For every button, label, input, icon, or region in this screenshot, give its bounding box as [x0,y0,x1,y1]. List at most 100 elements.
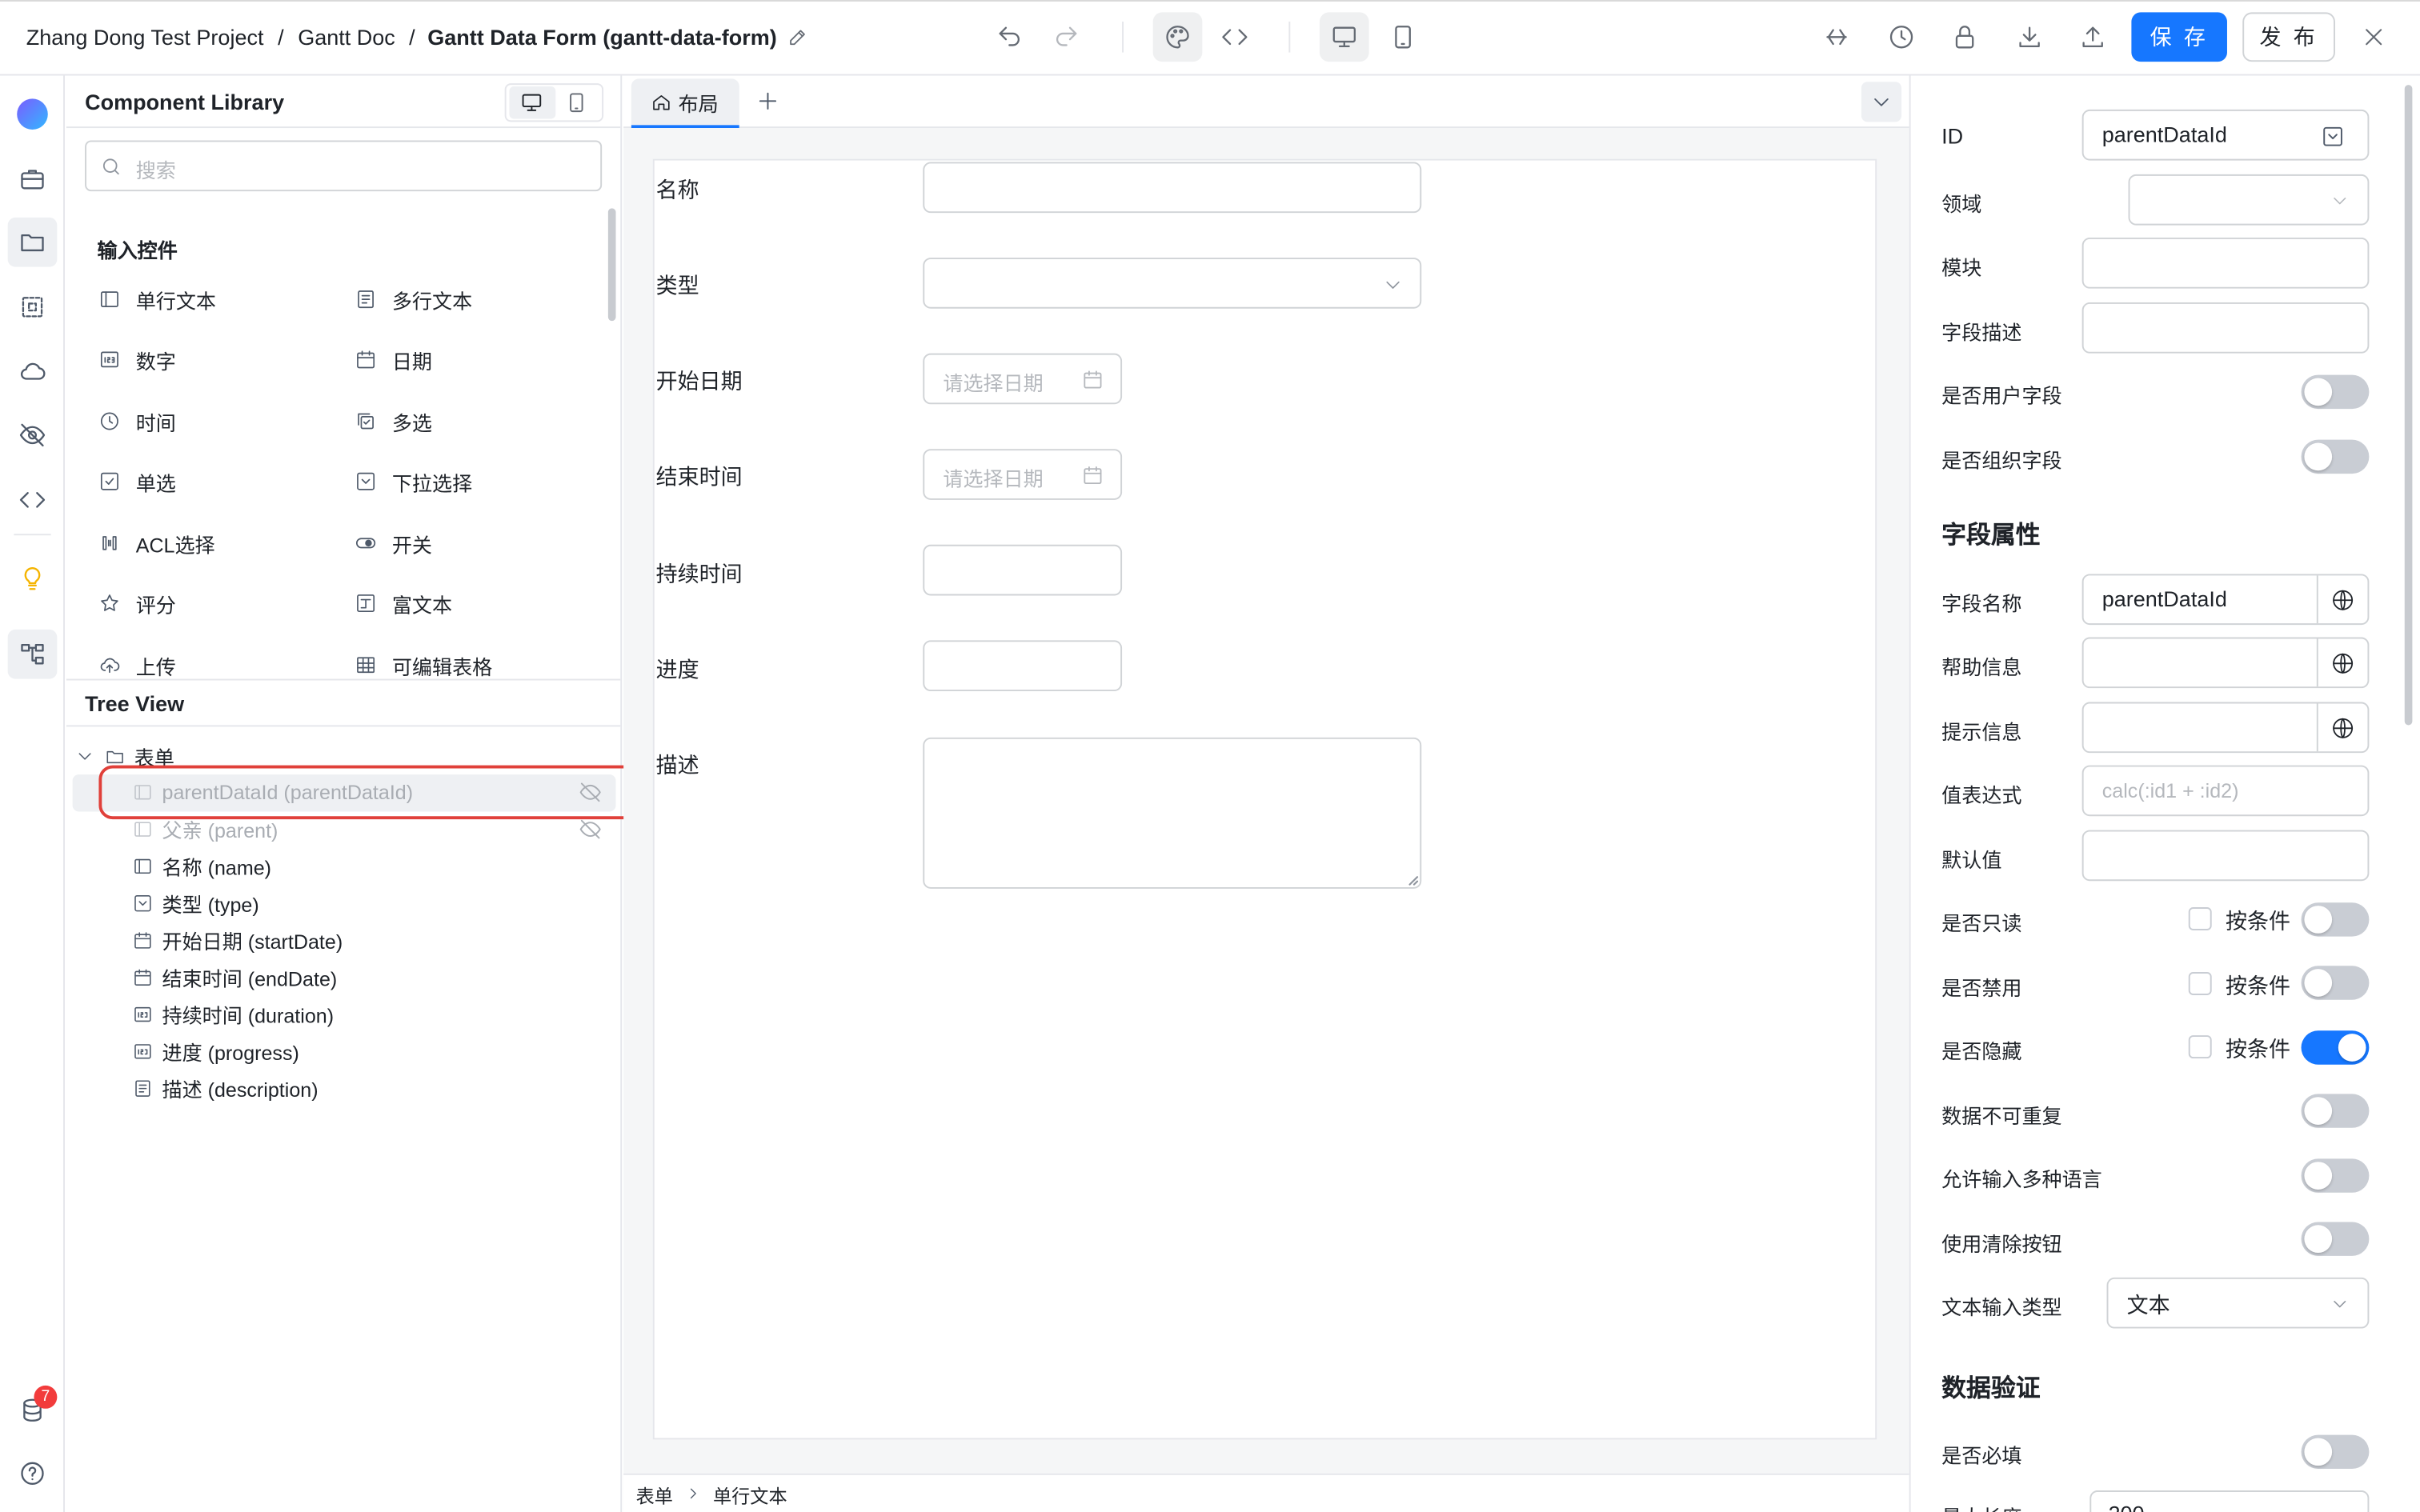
tree-structure-icon[interactable] [7,629,58,679]
lightbulb-icon[interactable] [14,560,50,597]
search-input[interactable]: 搜索 [85,140,603,192]
label-id: ID [1941,123,1964,149]
number-icon [98,349,120,370]
max-length-input[interactable]: 200 [2089,1490,2370,1512]
tree-item-description[interactable]: 描述 (description) [133,1072,319,1103]
bottom-breadcrumb-component[interactable]: 单行文本 [713,1482,787,1509]
tree-item-duration[interactable]: 持续时间 (duration) [133,998,334,1030]
component-number[interactable]: 数字 [98,346,176,374]
tab-layout[interactable]: 布局 [631,78,739,129]
component-editable-table[interactable]: 可编辑表格 [355,651,492,679]
library-scrollbar[interactable] [607,208,616,322]
briefcase-icon[interactable] [14,161,50,198]
hint-info-input[interactable] [2081,702,2370,754]
help-info-input[interactable] [2081,637,2370,689]
hidden-condition-checkbox[interactable] [2188,1035,2212,1059]
add-tab-icon[interactable] [756,90,779,113]
default-value-input[interactable] [2081,830,2370,882]
save-button[interactable]: 保 存 [2131,12,2227,62]
component-upload[interactable]: 上传 [98,651,176,679]
label-default-value: 默认值 [1941,848,2002,872]
disabled-condition-checkbox[interactable] [2188,972,2212,995]
theme-button[interactable] [1152,12,1203,62]
close-button[interactable] [2349,12,2398,62]
component-date[interactable]: 日期 [355,346,432,374]
component-radio[interactable]: 单选 [98,467,176,495]
resize-handle-icon[interactable] [1408,875,1419,886]
bottom-breadcrumb-form[interactable]: 表单 [636,1482,673,1509]
download-button[interactable] [2005,12,2054,62]
required-toggle[interactable] [2301,1434,2370,1470]
help-icon[interactable] [14,1455,50,1492]
upload-button[interactable] [2068,12,2118,62]
name-input[interactable] [923,162,1422,214]
globe-icon[interactable] [2316,703,2368,752]
redo-button[interactable] [1042,12,1092,62]
globe-icon[interactable] [2316,638,2368,687]
star-icon [98,593,120,614]
tree-item-name[interactable]: 名称 (name) [133,850,271,882]
breadcrumb-project[interactable]: Zhang Dong Test Project [26,25,264,50]
multi-language-toggle[interactable] [2301,1158,2370,1193]
unique-toggle[interactable] [2301,1094,2370,1128]
component-rich-text[interactable]: 富文本 [355,590,452,618]
code-view-button[interactable] [1210,12,1260,62]
mobile-icon[interactable] [565,91,588,114]
readonly-condition-checkbox[interactable] [2188,907,2212,930]
calendar-icon [133,930,153,950]
select-box-icon[interactable] [2322,125,2345,148]
tree-item-startdate[interactable]: 开始日期 (startDate) [133,924,343,955]
publish-button[interactable]: 发 布 [2242,12,2335,62]
id-input[interactable]: parentDataId [2081,109,2370,161]
disabled-toggle[interactable] [2301,966,2370,1000]
duration-input[interactable] [923,544,1123,596]
component-time[interactable]: 时间 [98,407,176,435]
chevron-down-icon[interactable] [76,746,94,765]
value-expression-input[interactable]: calc(:id1 + :id2) [2081,765,2370,817]
undo-button[interactable] [984,12,1034,62]
is-user-field-toggle[interactable] [2301,374,2370,410]
progress-input[interactable] [923,640,1123,692]
type-select[interactable] [923,258,1422,309]
field-name-input[interactable]: parentDataId [2081,574,2370,626]
domain-select[interactable] [2128,174,2370,226]
description-textarea[interactable] [923,737,1422,889]
tree-item-enddate[interactable]: 结束时间 (endDate) [133,962,337,993]
component-rating[interactable]: 评分 [98,590,176,618]
end-date-picker[interactable]: 请选择日期 [923,449,1123,500]
readonly-toggle[interactable] [2301,902,2370,937]
start-date-picker[interactable]: 请选择日期 [923,353,1123,405]
is-org-field-toggle[interactable] [2301,439,2370,474]
tree-item-progress[interactable]: 进度 (progress) [133,1035,299,1066]
selection-icon[interactable] [14,289,50,326]
cloud-icon[interactable] [14,354,50,390]
compare-button[interactable] [1812,12,1861,62]
lock-button[interactable] [1940,12,1989,62]
properties-scrollbar[interactable] [2404,85,2413,726]
lock-icon [1951,23,1979,51]
module-input[interactable] [2081,238,2370,289]
code-icon[interactable] [14,482,50,518]
mobile-view-button[interactable] [1378,12,1428,62]
globe-icon[interactable] [2316,575,2368,624]
hidden-toggle[interactable] [2301,1030,2370,1065]
tree-item-type[interactable]: 类型 (type) [133,887,259,918]
component-multi-select[interactable]: 多选 [355,407,432,435]
breadcrumb-doc[interactable]: Gantt Doc [298,25,395,50]
history-button[interactable] [1877,12,1926,62]
field-description-input[interactable] [2081,302,2370,354]
component-multi-line-text[interactable]: 多行文本 [355,286,472,314]
component-switch[interactable]: 开关 [355,530,432,558]
component-acl-select[interactable]: ACL选择 [98,530,215,558]
component-dropdown[interactable]: 下拉选择 [355,467,472,495]
eye-off-icon[interactable] [14,417,50,454]
folder-icon[interactable] [7,217,58,267]
clear-button-toggle[interactable] [2301,1222,2370,1256]
highlight-annotation [98,765,639,820]
edit-title-icon[interactable] [787,26,809,48]
component-single-line-text[interactable]: 单行文本 [98,286,216,314]
ai-assistant-icon[interactable] [17,98,48,130]
eye-off-icon[interactable] [579,818,602,841]
text-input-type-select[interactable]: 文本 [2106,1277,2370,1329]
desktop-view-button[interactable] [1319,12,1369,62]
